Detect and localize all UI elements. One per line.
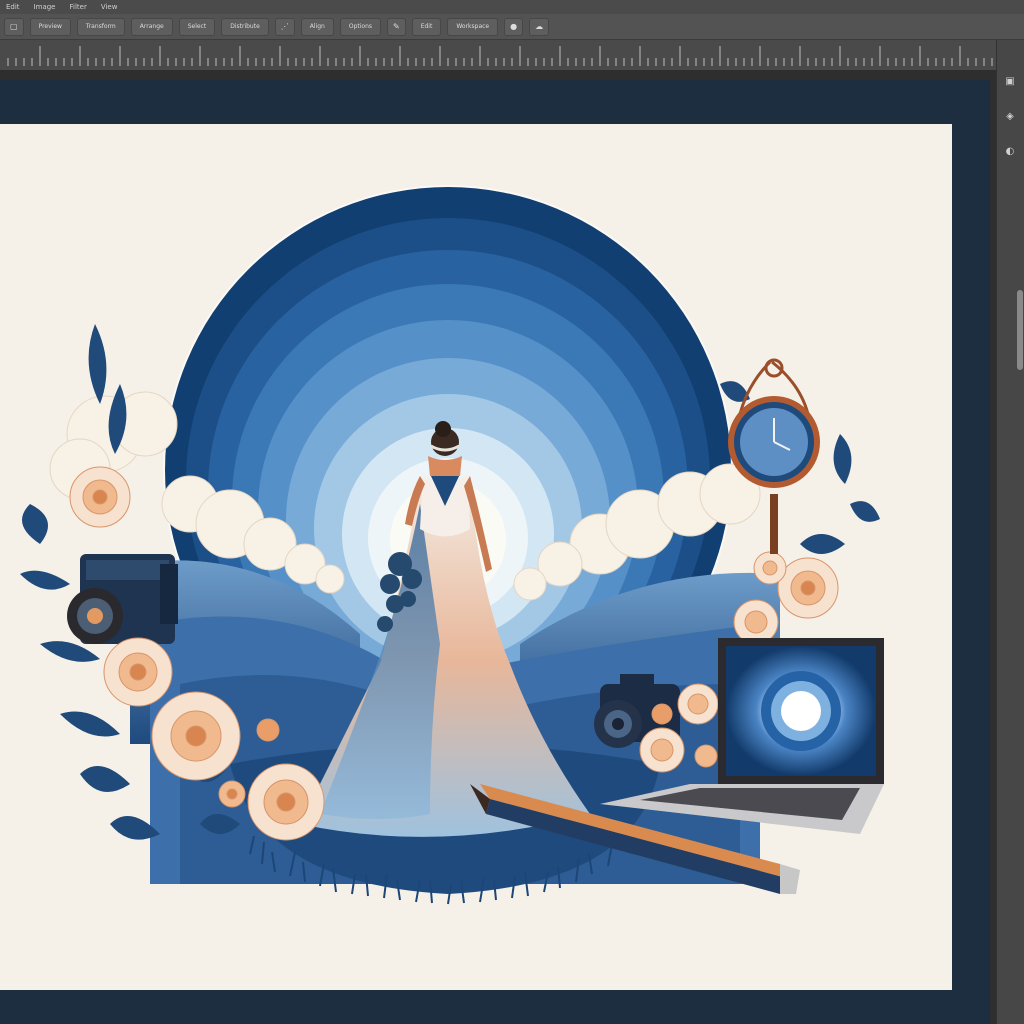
- panel-scrollbar[interactable]: [1017, 290, 1023, 370]
- ruler-ticks: [7, 46, 993, 66]
- option-align[interactable]: Align: [300, 17, 334, 36]
- menu-item-image[interactable]: Image: [34, 3, 56, 11]
- menu-item-edit[interactable]: Edit: [6, 3, 20, 11]
- cloud-icon[interactable]: ☁: [529, 17, 550, 36]
- option-transform[interactable]: Transform: [76, 17, 125, 36]
- option-options[interactable]: Options: [339, 17, 381, 36]
- option-select[interactable]: Select: [178, 17, 216, 36]
- menu-item-view[interactable]: View: [101, 3, 118, 11]
- option-edit[interactable]: Edit: [411, 17, 442, 36]
- document-canvas[interactable]: [0, 124, 952, 990]
- brush-icon[interactable]: ●: [504, 17, 524, 36]
- options-bar: ▢ Preview Transform Arrange Select Distr…: [0, 14, 1024, 40]
- horizontal-ruler: [0, 40, 996, 71]
- menu-item-filter[interactable]: Filter: [70, 3, 87, 11]
- option-arrange[interactable]: Arrange: [130, 17, 173, 36]
- arrange-icon[interactable]: ⋰: [274, 17, 295, 36]
- layers-icon[interactable]: ▣: [1003, 75, 1017, 89]
- menu-bar: Edit Image Filter View: [0, 0, 1024, 14]
- adjustments-icon[interactable]: ◐: [1003, 145, 1017, 159]
- option-preview[interactable]: Preview: [29, 17, 71, 36]
- pen-icon[interactable]: ✎: [387, 17, 406, 36]
- option-workspace[interactable]: Workspace: [447, 17, 499, 36]
- option-distribute[interactable]: Distribute: [221, 17, 269, 36]
- artwork: [20, 185, 884, 905]
- camera: [67, 554, 178, 644]
- right-panel: ▣ ◈ ◐: [996, 40, 1024, 1024]
- document-icon[interactable]: ▢: [4, 17, 24, 36]
- properties-icon[interactable]: ◈: [1003, 110, 1017, 124]
